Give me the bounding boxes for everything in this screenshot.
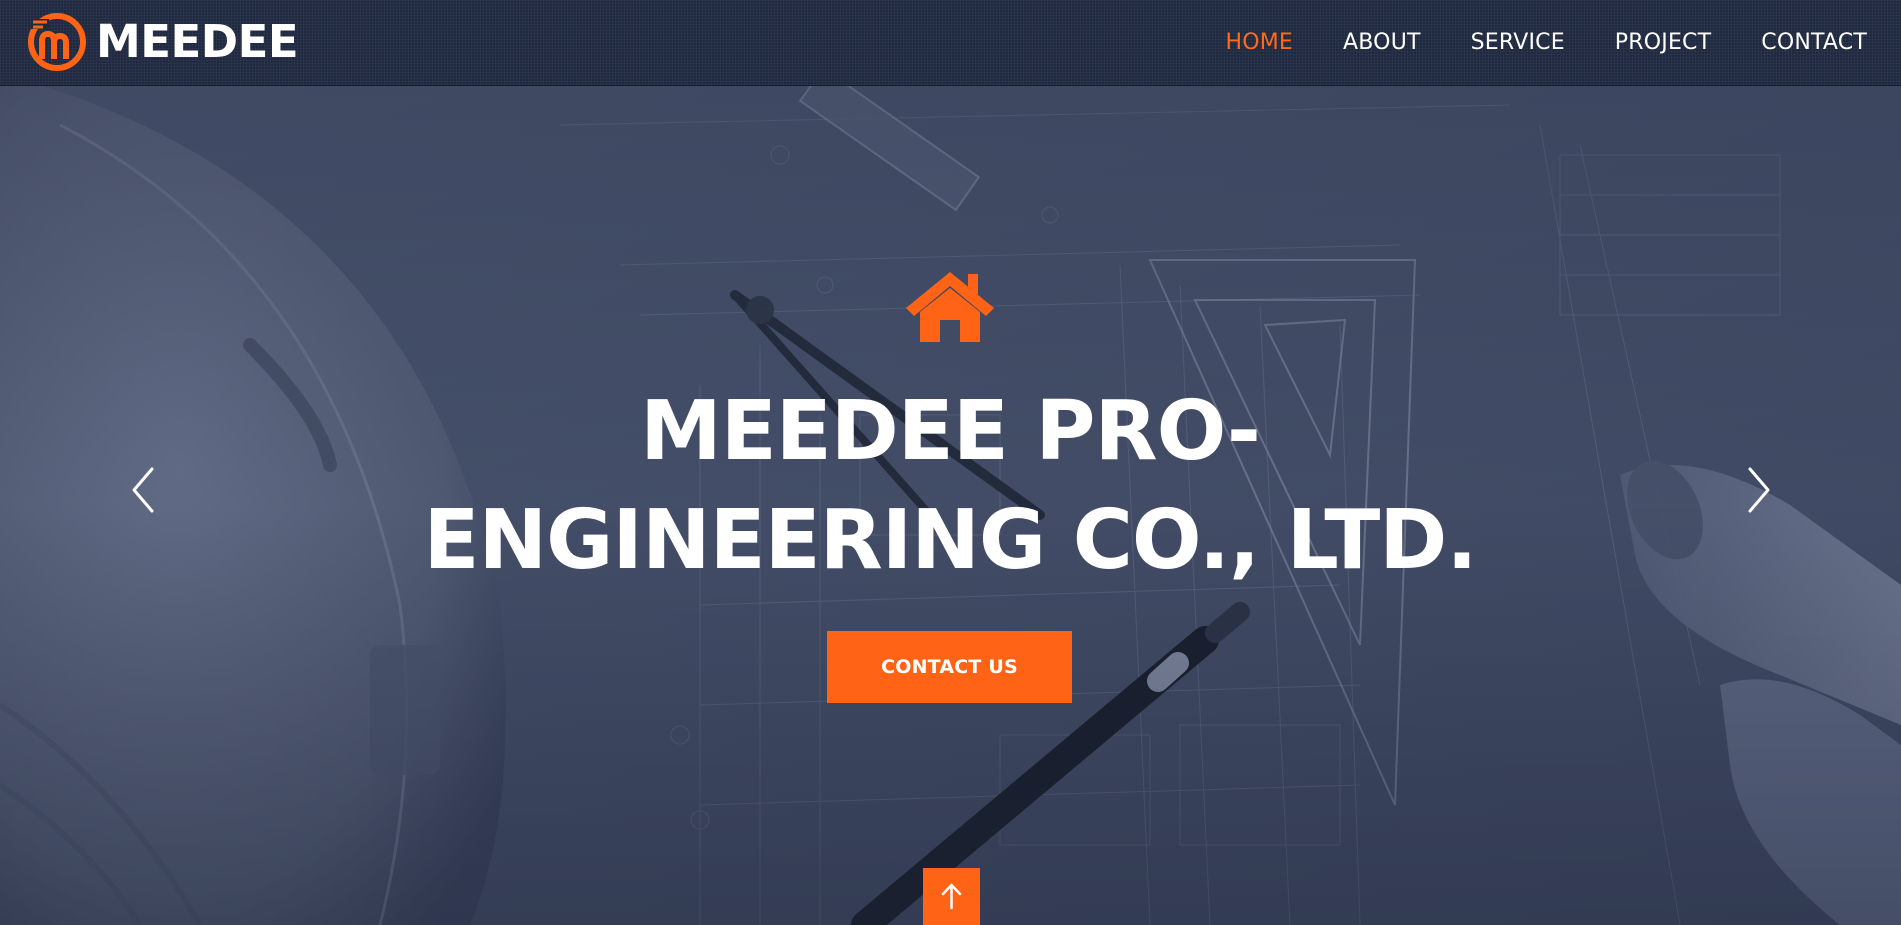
nav-about[interactable]: ABOUT bbox=[1343, 30, 1421, 55]
nav-project[interactable]: PROJECT bbox=[1615, 30, 1711, 55]
scroll-to-top-button[interactable] bbox=[923, 868, 980, 925]
house-icon bbox=[906, 272, 994, 342]
nav-home[interactable]: HOME bbox=[1225, 30, 1293, 55]
hero-title-line1: MEEDEE PRO- bbox=[640, 384, 1261, 479]
hero-slider: MEEDEE PRO- ENGINEERING CO., LTD. CONTAC… bbox=[0, 85, 1901, 925]
nav-service[interactable]: SERVICE bbox=[1471, 30, 1565, 55]
main-nav: HOME ABOUT SERVICE PROJECT CONTACT bbox=[1225, 0, 1867, 85]
logo-text: MEEDEE bbox=[96, 15, 299, 68]
contact-us-button[interactable]: CONTACT US bbox=[827, 631, 1072, 703]
hero-content: MEEDEE PRO- ENGINEERING CO., LTD. CONTAC… bbox=[0, 85, 1901, 925]
page: MEEDEE HOME ABOUT SERVICE PROJECT CONTAC… bbox=[0, 0, 1901, 925]
hero-title: MEEDEE PRO- ENGINEERING CO., LTD. bbox=[350, 377, 1550, 595]
hero-title-line2: ENGINEERING CO., LTD. bbox=[423, 493, 1477, 588]
arrow-up-icon bbox=[941, 883, 962, 910]
site-header: MEEDEE HOME ABOUT SERVICE PROJECT CONTAC… bbox=[0, 0, 1901, 86]
logo[interactable]: MEEDEE bbox=[28, 12, 299, 72]
nav-contact[interactable]: CONTACT bbox=[1761, 30, 1867, 55]
logo-mark-icon bbox=[28, 13, 86, 71]
chevron-right-icon[interactable] bbox=[1738, 463, 1778, 517]
chevron-left-icon[interactable] bbox=[124, 463, 164, 517]
